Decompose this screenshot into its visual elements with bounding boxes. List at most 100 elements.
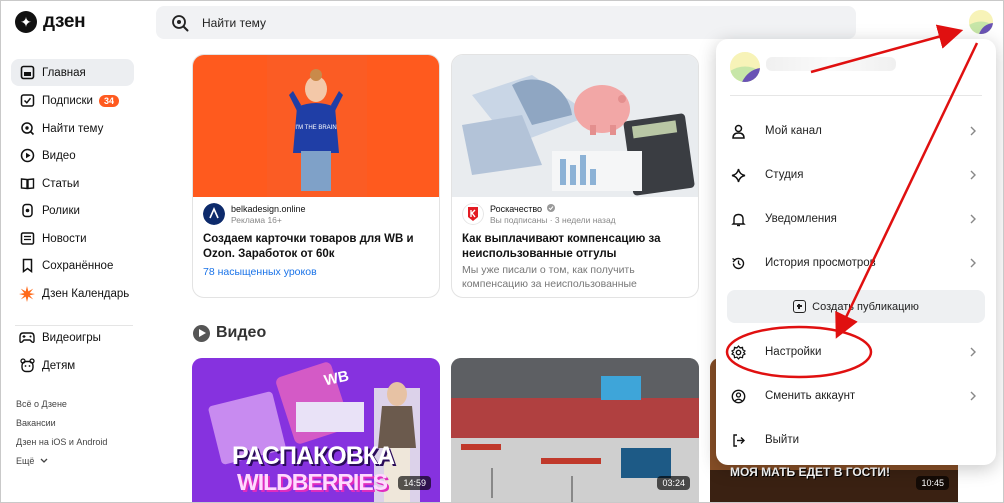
- sidebar-item-video[interactable]: Видео: [11, 142, 134, 169]
- sidebar-item-label: Дзен Календарь: [42, 287, 130, 300]
- svg-text:I'M THE BRAIN: I'M THE BRAIN: [295, 125, 336, 131]
- card-title[interactable]: Создаем карточки товаров для WB и Ozon. …: [203, 232, 435, 262]
- logo-text: дзен: [43, 11, 86, 32]
- subscriptions-badge: 34: [98, 94, 119, 107]
- menu-item-switch-account[interactable]: Сменить аккаунт: [730, 381, 982, 411]
- menu-item-settings[interactable]: Настройки: [730, 337, 982, 367]
- history-icon: [730, 255, 746, 271]
- menu-user-name-blurred: [766, 57, 896, 71]
- video-duration: 14:59: [398, 476, 431, 490]
- menu-item-my-channel[interactable]: Мой канал: [730, 116, 982, 146]
- bell-icon: [730, 211, 746, 227]
- book-icon: [19, 176, 35, 192]
- play-icon: [193, 324, 210, 342]
- sidebar-item-label: Видео: [42, 149, 76, 162]
- feed-card[interactable]: I'M THE BRAIN belkadesign.online Реклама…: [192, 54, 440, 298]
- sidebar-item-news[interactable]: Новости: [11, 225, 134, 252]
- feed-card[interactable]: Роскачество Вы подписаны · 3 недели наза…: [451, 54, 699, 298]
- account-circle-icon: [730, 388, 746, 404]
- sidebar-item-calendar[interactable]: Дзен Календарь: [11, 280, 134, 307]
- chevron-right-icon: [970, 126, 976, 136]
- card-link[interactable]: 78 насыщенных уроков: [203, 266, 317, 278]
- card-title[interactable]: Как выплачивают компенсацию за неиспольз…: [462, 232, 694, 262]
- sidebar-item-find-topic[interactable]: Найти тему: [11, 115, 134, 142]
- card-source[interactable]: belkadesign.online Реклама 16+: [203, 203, 306, 225]
- plus-icon: [793, 300, 807, 313]
- logo[interactable]: дзен: [15, 11, 86, 33]
- chevron-right-icon: [970, 170, 976, 180]
- gear-icon: [730, 344, 746, 360]
- footer-link-vacancies[interactable]: Вакансии: [16, 418, 56, 428]
- sidebar-item-label: Статьи: [42, 177, 80, 190]
- menu-item-studio[interactable]: Студия: [730, 160, 982, 190]
- card-image: I'M THE BRAIN: [193, 55, 439, 197]
- video-card[interactable]: WB РАСПАКОВКА WILDBERRIES 14:59: [192, 358, 440, 502]
- shorts-icon: [19, 203, 35, 219]
- sidebar-item-label: Видеоигры: [42, 331, 101, 344]
- source-meta: Вы подписаны · 3 недели назад: [490, 214, 616, 225]
- source-logo-icon: [462, 203, 484, 225]
- verified-icon: [546, 203, 555, 212]
- sidebar-item-label: Новости: [42, 232, 87, 245]
- sidebar-item-label: Ролики: [42, 204, 80, 217]
- search-icon: [19, 121, 35, 137]
- sidebar-item-kids[interactable]: Детям: [11, 352, 134, 379]
- dzen-logo-icon: [15, 11, 37, 33]
- menu-item-history[interactable]: История просмотров: [730, 248, 982, 278]
- subscriptions-icon: [19, 93, 35, 109]
- bear-icon: [19, 358, 35, 374]
- sidebar-item-label: Сохранённое: [42, 259, 114, 272]
- card-description: Мы уже писали о том, как получить компен…: [462, 264, 637, 290]
- menu-user-avatar[interactable]: [730, 52, 760, 82]
- news-icon: [19, 231, 35, 247]
- card-source[interactable]: Роскачество Вы подписаны · 3 недели наза…: [462, 203, 616, 225]
- user-menu-dropdown: Мой канал Студия Уведомления История про…: [716, 39, 996, 465]
- gamepad-icon: [19, 330, 35, 346]
- video-overlay-title: РАСПАКОВКА: [232, 442, 395, 470]
- source-meta: Реклама 16+: [231, 214, 282, 225]
- sidebar-item-subscriptions[interactable]: Подписки 34: [11, 87, 134, 114]
- source-name: belkadesign.online: [231, 203, 306, 214]
- sidebar-item-games[interactable]: Видеоигры: [11, 324, 134, 351]
- source-name: Роскачество: [490, 203, 616, 214]
- search-input[interactable]: Найти тему: [156, 6, 856, 39]
- menu-item-label: Уведомления: [765, 213, 837, 225]
- home-icon: [19, 65, 35, 81]
- sidebar-item-label: Детям: [42, 359, 76, 372]
- user-avatar[interactable]: [969, 10, 993, 34]
- video-section-title[interactable]: Видео: [193, 324, 266, 342]
- create-publication-button[interactable]: Создать публикацию: [727, 290, 985, 323]
- menu-item-label: История просмотров: [765, 257, 876, 269]
- chevron-right-icon: [970, 258, 976, 268]
- studio-icon: [730, 167, 746, 183]
- sidebar-item-shorts[interactable]: Ролики: [11, 197, 134, 224]
- menu-item-notifications[interactable]: Уведомления: [730, 204, 982, 234]
- sidebar: Главная Подписки 34 Найти тему Видео Ста…: [1, 47, 151, 502]
- sidebar-item-articles[interactable]: Статьи: [11, 170, 134, 197]
- search-icon: [172, 14, 189, 31]
- logout-icon: [730, 432, 746, 448]
- chevron-right-icon: [970, 214, 976, 224]
- sidebar-item-label: Главная: [42, 66, 86, 79]
- page-frame: дзен Найти тему Главная: [0, 0, 1004, 503]
- sidebar-item-home[interactable]: Главная: [11, 59, 134, 86]
- play-icon: [19, 148, 35, 164]
- video-overlay-subtitle: WILDBERRIES: [237, 469, 388, 495]
- create-publication-label: Создать публикацию: [812, 300, 919, 313]
- chevron-right-icon: [970, 391, 976, 401]
- user-icon: [730, 123, 746, 139]
- bookmark-icon: [19, 258, 35, 274]
- footer-link-more[interactable]: Ещё: [16, 456, 48, 466]
- chevron-right-icon: [970, 347, 976, 357]
- footer-link-about[interactable]: Всё о Дзене: [16, 399, 67, 409]
- menu-item-logout[interactable]: Выйти: [730, 425, 982, 455]
- sidebar-item-saved[interactable]: Сохранённое: [11, 252, 134, 279]
- search-placeholder: Найти тему: [202, 15, 266, 30]
- source-name-text: Роскачество: [490, 203, 543, 214]
- video-card[interactable]: 03:24: [451, 358, 699, 502]
- menu-item-label: Студия: [765, 169, 804, 181]
- video-section-label: Видео: [216, 324, 267, 341]
- footer-link-apps[interactable]: Дзен на iOS и Android: [16, 437, 107, 447]
- chevron-down-icon: [40, 458, 48, 463]
- card-image: [452, 55, 698, 197]
